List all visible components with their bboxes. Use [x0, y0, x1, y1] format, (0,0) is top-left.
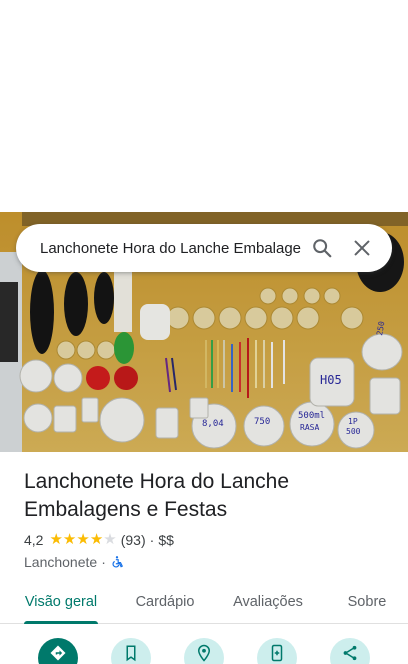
share-icon [343, 645, 357, 661]
nearby-button[interactable] [184, 638, 224, 664]
place-category[interactable]: Lanchonete [24, 554, 97, 570]
tab-active-indicator [24, 621, 98, 624]
close-icon[interactable] [342, 228, 382, 268]
separator: · [101, 554, 106, 570]
save-button[interactable] [111, 638, 151, 664]
separator: · [149, 532, 155, 548]
rating-row[interactable]: 4,2 ★ ★ ★ ★ ★ (93) · $$ [24, 532, 394, 548]
star-icon: ★ [49, 531, 63, 548]
search-input[interactable]: Lanchonete Hora do Lanche Embalagens e F… [40, 240, 302, 257]
star-icon: ★ [89, 531, 104, 548]
tab-menu[interactable]: Cardápio [128, 580, 202, 624]
star-empty-icon: ★ [103, 531, 117, 548]
place-info: Lanchonete Hora do Lanche Embalagens e F… [24, 468, 394, 570]
send-to-phone-icon [271, 644, 283, 662]
search-icon[interactable] [302, 228, 342, 268]
category-row: Lanchonete · [24, 554, 394, 570]
star-icon: ★ [76, 531, 90, 548]
nearby-icon [197, 644, 211, 662]
tab-about[interactable]: Sobre [340, 580, 394, 624]
price-level: $$ [158, 532, 174, 548]
share-button[interactable] [330, 638, 370, 664]
tab-overview[interactable]: Visão geral [24, 580, 98, 624]
place-tabs: Visão geral Cardápio Avaliações Sobre [0, 580, 408, 624]
action-bar [0, 638, 408, 664]
rating-stars: ★ ★ ★ ★ ★ [49, 531, 117, 548]
tab-reviews[interactable]: Avaliações [226, 580, 310, 624]
search-bar[interactable]: Lanchonete Hora do Lanche Embalagens e F… [16, 224, 392, 272]
rating-value: 4,2 [24, 532, 44, 548]
reviews-count[interactable]: (93) [121, 532, 146, 548]
blank-map-area [0, 0, 408, 212]
star-icon: ★ [62, 531, 77, 548]
directions-button[interactable] [38, 638, 78, 664]
send-to-phone-button[interactable] [257, 638, 297, 664]
bookmark-icon [126, 645, 136, 662]
wheelchair-icon[interactable] [110, 555, 124, 569]
place-title: Lanchonete Hora do Lanche Embalagens e F… [24, 470, 290, 521]
directions-icon [50, 645, 66, 661]
